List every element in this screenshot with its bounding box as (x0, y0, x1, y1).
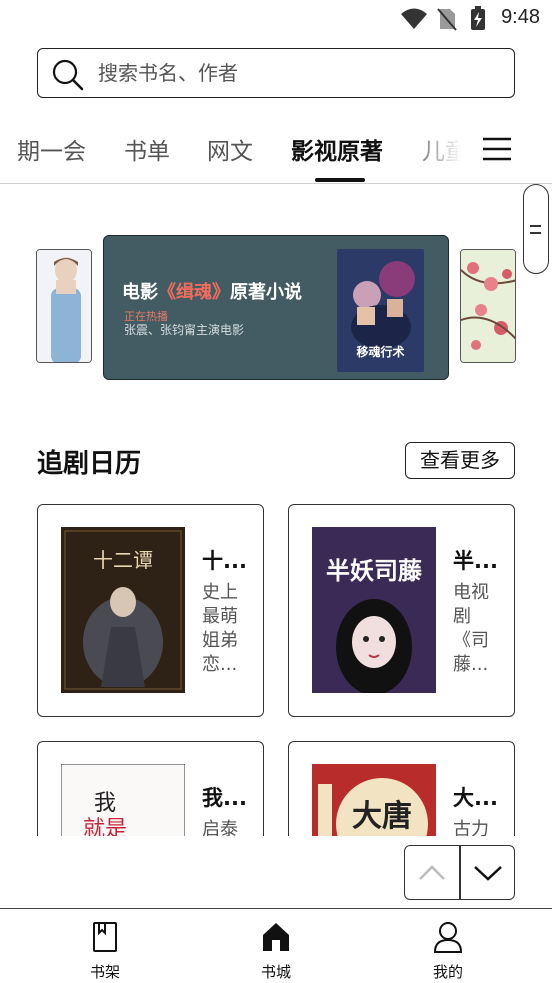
banner-book-cover: 移魂行术 (337, 249, 424, 372)
handle-line (530, 232, 541, 234)
banner-prev-image (37, 250, 91, 362)
book-card[interactable]: 我 就是 我... 启泰 (37, 741, 264, 836)
book-cover: 大唐 (312, 764, 436, 836)
content-scroll-area[interactable]: 电影《缉魂》原著小说 正在热播 张震、张钧甯主演电影 移魂行术 追剧日历 查看更… (0, 0, 552, 836)
nav-label-profile: 我的 (432, 963, 463, 981)
book-cover-art-1: 十二谭 (61, 527, 185, 693)
bottom-navigation: 书架 书城 我的 (0, 908, 552, 983)
book-cover-art-3: 我 就是 (61, 764, 185, 836)
bookstore-home-icon (263, 923, 289, 951)
banner-next-card[interactable] (460, 249, 516, 363)
banner-cast: 张震、张钧甯主演电影 (124, 323, 245, 337)
section-title-drama-calendar: 追剧日历 (37, 449, 142, 479)
book-title: 我... (202, 786, 247, 810)
svg-text:十二谭: 十二谭 (93, 548, 153, 572)
book-card[interactable]: 半妖司藤 半... 电视剧《司藤... (288, 504, 515, 717)
svg-text:半妖司藤: 半妖司藤 (326, 556, 423, 585)
book-description: 古力 (453, 819, 489, 836)
nav-bookshelf[interactable]: 书架 (65, 921, 145, 982)
view-more-button[interactable]: 查看更多 (405, 442, 515, 479)
book-cover: 半妖司藤 (312, 527, 436, 693)
svg-text:我: 我 (94, 791, 116, 816)
book-cover-art-4: 大唐 (312, 764, 436, 836)
book-cover: 我 就是 (61, 764, 185, 836)
book-title: 十... (202, 549, 247, 573)
nav-profile[interactable]: 我的 (408, 921, 488, 982)
banner-next-image (461, 250, 515, 362)
page-down-button[interactable] (461, 846, 515, 898)
book-cover: 十二谭 (61, 527, 185, 693)
book-card[interactable]: 十二谭 十... 史上最萌姐弟恋... (37, 504, 264, 717)
banner-cover-title: 移魂行术 (356, 345, 405, 359)
svg-text:就是: 就是 (83, 817, 127, 836)
book-description: 电视剧《司藤... (453, 582, 489, 675)
banner-title-prefix: 电影 (122, 282, 158, 303)
banner-title: 电影《缉魂》原著小说 (122, 278, 302, 304)
side-drawer-handle[interactable] (523, 184, 549, 274)
nav-label-bookstore: 书城 (260, 963, 291, 981)
book-card[interactable]: 大唐 大... 古力 (288, 741, 515, 836)
page-up-button[interactable] (405, 846, 459, 898)
page-scroll-controls (404, 845, 515, 900)
banner-prev-card[interactable] (36, 249, 92, 363)
book-title: 半... (453, 549, 498, 573)
book-cover-art-2: 半妖司藤 (312, 527, 436, 693)
bookshelf-icon (93, 922, 117, 952)
book-title: 大... (453, 786, 498, 810)
book-description: 启泰 (202, 819, 238, 836)
banner-title-highlight: 《缉魂》 (158, 282, 230, 303)
banner-title-suffix: 原著小说 (230, 282, 302, 303)
book-description: 史上最萌姐弟恋... (202, 582, 238, 675)
profile-icon (433, 922, 463, 953)
banner-card-main[interactable]: 电影《缉魂》原著小说 正在热播 张震、张钧甯主演电影 移魂行术 (103, 235, 449, 380)
nav-bookstore[interactable]: 书城 (236, 921, 316, 982)
nav-label-bookshelf: 书架 (89, 963, 120, 981)
handle-line (530, 225, 541, 227)
svg-text:大唐: 大唐 (352, 799, 412, 834)
